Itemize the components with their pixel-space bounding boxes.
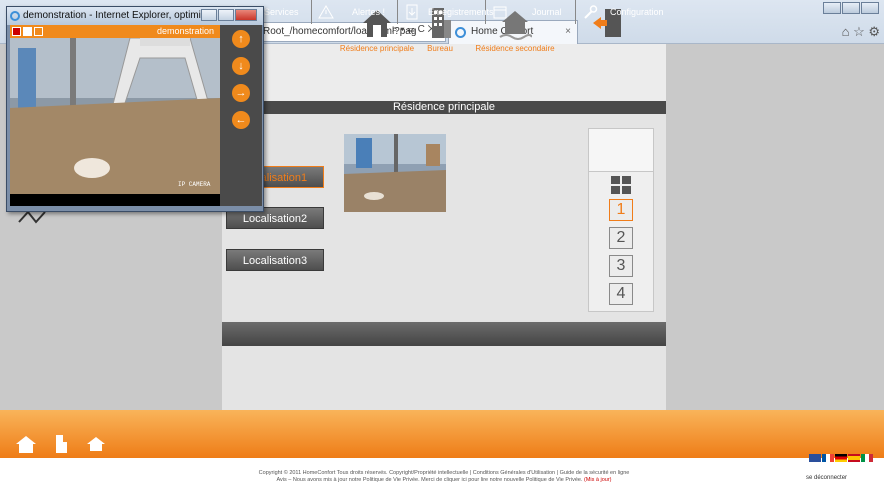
camera-thumbnail[interactable] [344,134,446,212]
layout-button-2[interactable]: 2 [609,227,633,249]
flag-de-icon[interactable] [835,454,847,462]
ie-icon [10,11,20,21]
browser-tools[interactable]: ⌂ ☆ ⚙ [842,24,880,40]
flag-es-icon[interactable] [848,454,860,462]
layout-button-4[interactable]: 4 [609,283,633,305]
ptz-up-button[interactable]: ↑ [232,30,250,48]
disconnect-link[interactable]: se déconnecter [806,475,847,481]
nav-label: Bureau [427,44,453,53]
settings-icon[interactable] [34,27,43,36]
flag-uk-icon[interactable] [809,454,821,462]
footer-nav-icons [14,434,116,457]
camera-live-view[interactable]: IP CAMERA [10,38,220,194]
camera-status-bar [10,194,220,206]
nav-label: Résidence secondaire [475,44,555,53]
flag-fr-icon[interactable] [822,454,834,462]
footer-band [0,410,884,460]
secondary-house-icon[interactable] [84,434,108,454]
quad-layout-button[interactable] [609,174,633,196]
ptz-down-button[interactable]: ↓ [232,57,250,75]
camera-device-icon [18,210,46,224]
flag-it-icon[interactable] [861,454,873,462]
function-tabs [222,322,666,346]
popup-window-controls [200,9,880,24]
snapshot-icon[interactable] [23,27,32,36]
copyright-line: Copyright © 2011 HomeConfort Tous droits… [258,470,630,476]
ptz-right-button[interactable]: → [232,84,250,102]
ptz-left-button[interactable]: ← [232,111,250,129]
language-flags [808,453,873,465]
copyright-text: Copyright © 2011 HomeConfort Tous droits… [222,470,666,484]
popup-close-button[interactable] [235,9,257,21]
popup-maximize-button[interactable] [218,9,234,21]
tab-close-button[interactable]: × [565,21,571,43]
house-icon[interactable] [14,434,38,454]
privacy-link[interactable]: (Mis à jour) [584,477,612,483]
layout-button-3[interactable]: 3 [609,255,633,277]
quad-grid-icon [611,176,631,194]
section-title: Résidence principale [222,101,666,114]
layout-button-1[interactable]: 1 [609,199,633,221]
nav-label: Résidence principale [339,44,415,53]
layout-preview [588,128,654,172]
popup-minimize-button[interactable] [201,9,217,21]
office-building-icon[interactable] [49,434,73,454]
record-icon[interactable] [12,27,21,36]
privacy-notice: Avis – Nous avons mis à jour notre Polit… [276,477,583,483]
camera-overlay: IP CAMERA [178,181,211,188]
location-button-3[interactable]: Localisation3 [226,249,324,271]
